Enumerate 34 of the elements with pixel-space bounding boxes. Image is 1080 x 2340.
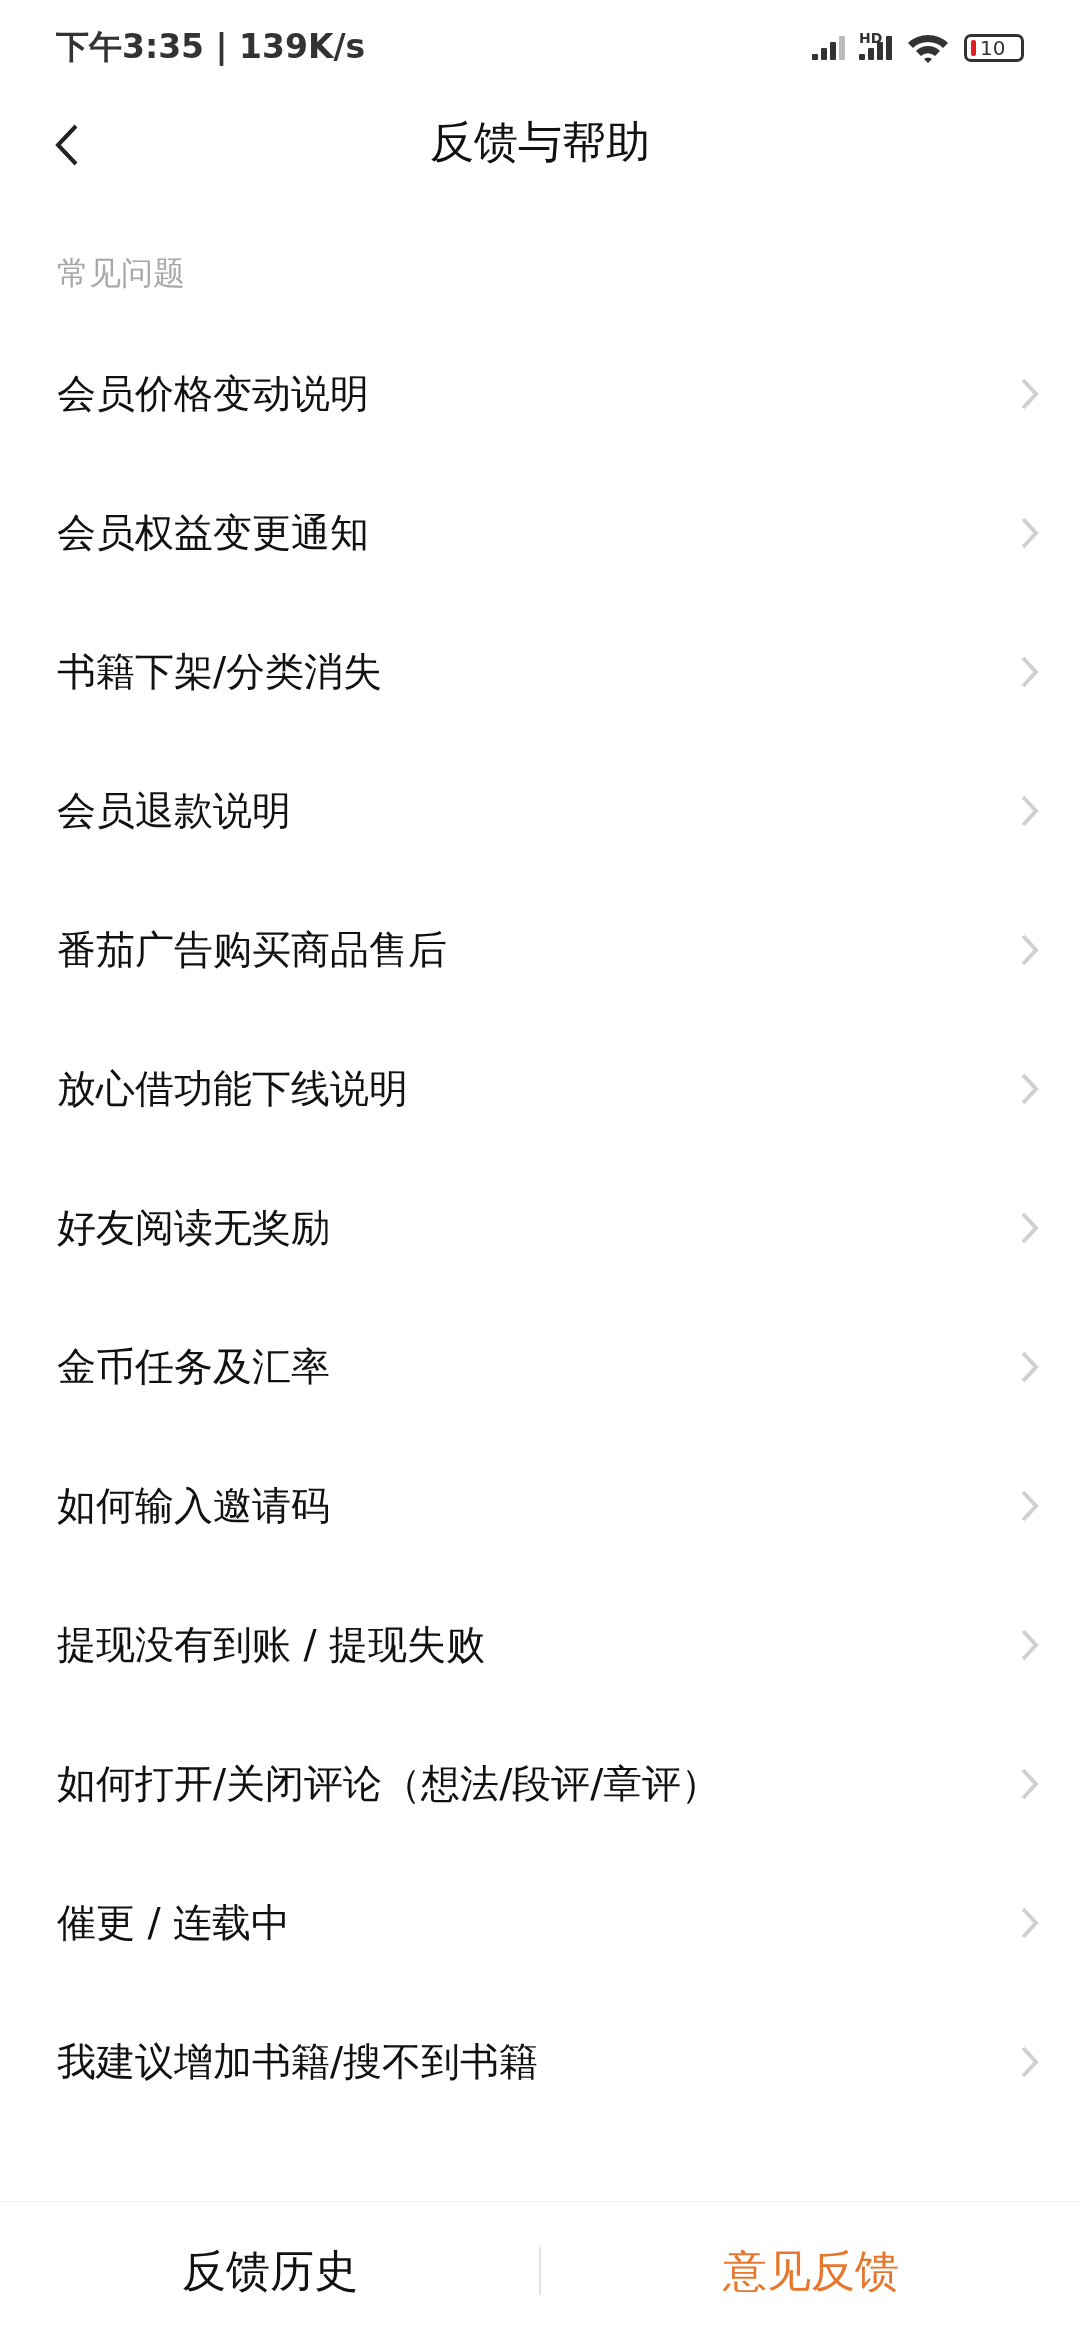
faq-item[interactable]: 如何打开/关闭评论（想法/段评/章评） xyxy=(0,1714,1080,1853)
chevron-icon xyxy=(1020,654,1040,689)
faq-item[interactable]: 我建议增加书籍/搜不到书籍 xyxy=(0,1992,1080,2131)
page-title: 反馈与帮助 xyxy=(430,115,650,169)
chevron-icon xyxy=(1020,1627,1040,1662)
chevron-icon xyxy=(1020,1905,1040,1940)
chevron-icon xyxy=(1020,932,1040,967)
chevron-icon xyxy=(1020,376,1040,411)
chevron-icon xyxy=(1020,1488,1040,1523)
faq-item[interactable]: 会员退款说明 xyxy=(0,741,1080,880)
network-label: HD xyxy=(859,29,883,46)
status-time: 下午3:35 | 139K/s xyxy=(56,26,366,68)
faq-item[interactable]: 好友阅读无奖励 xyxy=(0,1158,1080,1297)
faq-item[interactable]: 如何输入邀请码 xyxy=(0,1436,1080,1575)
faq-item[interactable]: 番茄广告购买商品售后 xyxy=(0,880,1080,1019)
chevron-icon xyxy=(1020,1071,1040,1106)
signal-icon xyxy=(812,35,845,60)
faq-item[interactable]: 金币任务及汇率 xyxy=(0,1297,1080,1436)
chevron-icon xyxy=(1020,1210,1040,1245)
chevron-icon xyxy=(1020,793,1040,828)
faq-item[interactable]: 提现没有到账 / 提现失败 xyxy=(0,1575,1080,1714)
chevron-icon xyxy=(1020,1349,1040,1384)
faq-item[interactable]: 催更 / 连载中 xyxy=(0,1853,1080,1992)
faq-item[interactable]: 书籍下架/分类消失 xyxy=(0,602,1080,741)
faq-item[interactable]: 会员价格变动说明 xyxy=(0,324,1080,463)
faq-item[interactable]: 放心借功能下线说明 xyxy=(0,1019,1080,1158)
faq-item[interactable]: 会员权益变更通知 xyxy=(0,463,1080,602)
chevron-icon xyxy=(1020,2044,1040,2079)
history-button[interactable]: 反馈历史 xyxy=(0,2202,539,2340)
chevron-icon xyxy=(1020,515,1040,550)
signal-icon xyxy=(859,35,892,60)
battery-icon: 10 xyxy=(964,33,1024,62)
chevron-icon xyxy=(1020,1766,1040,1801)
section-title: 常见问题 xyxy=(56,253,186,294)
